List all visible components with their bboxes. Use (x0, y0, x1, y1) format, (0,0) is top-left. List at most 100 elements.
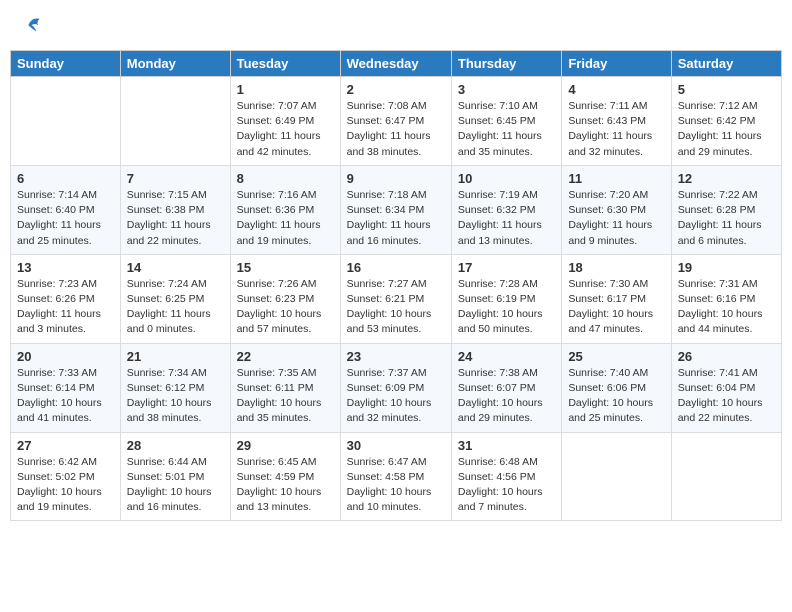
day-number: 23 (347, 349, 445, 364)
calendar-cell: 28Sunrise: 6:44 AM Sunset: 5:01 PM Dayli… (120, 432, 230, 521)
day-info: Sunrise: 6:47 AM Sunset: 4:58 PM Dayligh… (347, 455, 445, 516)
day-info: Sunrise: 7:35 AM Sunset: 6:11 PM Dayligh… (237, 366, 334, 427)
day-info: Sunrise: 7:11 AM Sunset: 6:43 PM Dayligh… (568, 99, 664, 160)
calendar-cell: 9 Sunrise: 7:18 AM Sunset: 6:34 PM Daylig… (340, 165, 451, 254)
calendar-cell: 21 Sunrise: 7:34 AM Sunset: 6:12 PM Dayli… (120, 343, 230, 432)
calendar-cell: 17Sunrise: 7:28 AM Sunset: 6:19 PM Dayli… (451, 254, 561, 343)
day-info: Sunrise: 7:28 AM Sunset: 6:19 PM Dayligh… (458, 277, 555, 338)
calendar-cell (562, 432, 671, 521)
day-number: 27 (17, 438, 114, 453)
day-info: Sunrise: 7:41 AM Sunset: 6:04 PM Dayligh… (678, 366, 775, 427)
day-number: 15 (237, 260, 334, 275)
calendar-table: SundayMondayTuesdayWednesdayThursdayFrid… (10, 50, 782, 521)
calendar-cell: 31 Sunrise: 6:48 AM Sunset: 4:56 PM Dayli… (451, 432, 561, 521)
day-info: Sunrise: 7:20 AM Sunset: 6:30 PM Dayligh… (568, 188, 664, 249)
page-header (10, 10, 782, 42)
day-info: Sunrise: 7:33 AM Sunset: 6:14 PM Dayligh… (17, 366, 114, 427)
logo-bird-icon (22, 14, 46, 38)
calendar-cell: 14 Sunrise: 7:24 AM Sunset: 6:25 PM Dayli… (120, 254, 230, 343)
day-number: 5 (678, 82, 775, 97)
weekday-header-thursday: Thursday (451, 51, 561, 77)
day-info: Sunrise: 7:30 AM Sunset: 6:17 PM Dayligh… (568, 277, 664, 338)
calendar-cell (11, 77, 121, 166)
day-info: Sunrise: 7:40 AM Sunset: 6:06 PM Dayligh… (568, 366, 664, 427)
day-number: 11 (568, 171, 664, 186)
weekday-header-monday: Monday (120, 51, 230, 77)
calendar-cell: 16 Sunrise: 7:27 AM Sunset: 6:21 PM Dayli… (340, 254, 451, 343)
day-info: Sunrise: 7:23 AM Sunset: 6:26 PM Dayligh… (17, 277, 114, 338)
calendar-cell: 10 Sunrise: 7:19 AM Sunset: 6:32 PM Dayli… (451, 165, 561, 254)
calendar-cell: 15 Sunrise: 7:26 AM Sunset: 6:23 PM Dayli… (230, 254, 340, 343)
day-number: 24 (458, 349, 555, 364)
weekday-header-saturday: Saturday (671, 51, 781, 77)
day-info: Sunrise: 6:45 AM Sunset: 4:59 PM Dayligh… (237, 455, 334, 516)
day-info: Sunrise: 6:48 AM Sunset: 4:56 PM Dayligh… (458, 455, 555, 516)
calendar-cell (671, 432, 781, 521)
day-number: 18 (568, 260, 664, 275)
day-number: 14 (127, 260, 224, 275)
weekday-header-row: SundayMondayTuesdayWednesdayThursdayFrid… (11, 51, 782, 77)
logo (18, 14, 46, 38)
day-number: 21 (127, 349, 224, 364)
day-info: Sunrise: 7:19 AM Sunset: 6:32 PM Dayligh… (458, 188, 555, 249)
day-number: 4 (568, 82, 664, 97)
calendar-cell: 12Sunrise: 7:22 AM Sunset: 6:28 PM Dayli… (671, 165, 781, 254)
day-number: 10 (458, 171, 555, 186)
day-info: Sunrise: 7:26 AM Sunset: 6:23 PM Dayligh… (237, 277, 334, 338)
day-number: 12 (678, 171, 775, 186)
day-info: Sunrise: 7:15 AM Sunset: 6:38 PM Dayligh… (127, 188, 224, 249)
calendar-week-row: 6 Sunrise: 7:14 AM Sunset: 6:40 PM Daylig… (11, 165, 782, 254)
calendar-cell: 11 Sunrise: 7:20 AM Sunset: 6:30 PM Dayli… (562, 165, 671, 254)
day-info: Sunrise: 7:14 AM Sunset: 6:40 PM Dayligh… (17, 188, 114, 249)
calendar-week-row: 13 Sunrise: 7:23 AM Sunset: 6:26 PM Dayli… (11, 254, 782, 343)
day-info: Sunrise: 6:42 AM Sunset: 5:02 PM Dayligh… (17, 455, 114, 516)
day-info: Sunrise: 7:07 AM Sunset: 6:49 PM Dayligh… (237, 99, 334, 160)
calendar-cell: 19Sunrise: 7:31 AM Sunset: 6:16 PM Dayli… (671, 254, 781, 343)
day-info: Sunrise: 7:18 AM Sunset: 6:34 PM Dayligh… (347, 188, 445, 249)
day-number: 20 (17, 349, 114, 364)
day-number: 2 (347, 82, 445, 97)
calendar-cell: 22Sunrise: 7:35 AM Sunset: 6:11 PM Dayli… (230, 343, 340, 432)
day-number: 19 (678, 260, 775, 275)
day-info: Sunrise: 7:34 AM Sunset: 6:12 PM Dayligh… (127, 366, 224, 427)
calendar-cell: 4 Sunrise: 7:11 AM Sunset: 6:43 PM Daylig… (562, 77, 671, 166)
calendar-cell: 2Sunrise: 7:08 AM Sunset: 6:47 PM Daylig… (340, 77, 451, 166)
calendar-cell: 3Sunrise: 7:10 AM Sunset: 6:45 PM Daylig… (451, 77, 561, 166)
day-number: 3 (458, 82, 555, 97)
calendar-cell: 6 Sunrise: 7:14 AM Sunset: 6:40 PM Daylig… (11, 165, 121, 254)
calendar-cell: 24 Sunrise: 7:38 AM Sunset: 6:07 PM Dayli… (451, 343, 561, 432)
day-info: Sunrise: 7:12 AM Sunset: 6:42 PM Dayligh… (678, 99, 775, 160)
calendar-cell: 5 Sunrise: 7:12 AM Sunset: 6:42 PM Daylig… (671, 77, 781, 166)
day-info: Sunrise: 7:38 AM Sunset: 6:07 PM Dayligh… (458, 366, 555, 427)
day-number: 26 (678, 349, 775, 364)
calendar-cell: 20 Sunrise: 7:33 AM Sunset: 6:14 PM Dayli… (11, 343, 121, 432)
day-number: 9 (347, 171, 445, 186)
calendar-cell: 30 Sunrise: 6:47 AM Sunset: 4:58 PM Dayli… (340, 432, 451, 521)
day-number: 16 (347, 260, 445, 275)
calendar-week-row: 27 Sunrise: 6:42 AM Sunset: 5:02 PM Dayli… (11, 432, 782, 521)
day-number: 6 (17, 171, 114, 186)
day-info: Sunrise: 7:16 AM Sunset: 6:36 PM Dayligh… (237, 188, 334, 249)
weekday-header-sunday: Sunday (11, 51, 121, 77)
day-number: 30 (347, 438, 445, 453)
calendar-cell: 18 Sunrise: 7:30 AM Sunset: 6:17 PM Dayli… (562, 254, 671, 343)
weekday-header-tuesday: Tuesday (230, 51, 340, 77)
calendar-cell: 13 Sunrise: 7:23 AM Sunset: 6:26 PM Dayli… (11, 254, 121, 343)
day-info: Sunrise: 7:24 AM Sunset: 6:25 PM Dayligh… (127, 277, 224, 338)
day-number: 25 (568, 349, 664, 364)
day-number: 28 (127, 438, 224, 453)
calendar-cell: 25 Sunrise: 7:40 AM Sunset: 6:06 PM Dayli… (562, 343, 671, 432)
calendar-cell: 29 Sunrise: 6:45 AM Sunset: 4:59 PM Dayli… (230, 432, 340, 521)
calendar-cell: 26 Sunrise: 7:41 AM Sunset: 6:04 PM Dayli… (671, 343, 781, 432)
day-info: Sunrise: 7:27 AM Sunset: 6:21 PM Dayligh… (347, 277, 445, 338)
calendar-cell: 27 Sunrise: 6:42 AM Sunset: 5:02 PM Dayli… (11, 432, 121, 521)
day-number: 1 (237, 82, 334, 97)
calendar-cell (120, 77, 230, 166)
day-number: 31 (458, 438, 555, 453)
calendar-week-row: 20 Sunrise: 7:33 AM Sunset: 6:14 PM Dayli… (11, 343, 782, 432)
day-number: 13 (17, 260, 114, 275)
calendar-cell: 8Sunrise: 7:16 AM Sunset: 6:36 PM Daylig… (230, 165, 340, 254)
day-info: Sunrise: 7:37 AM Sunset: 6:09 PM Dayligh… (347, 366, 445, 427)
day-number: 7 (127, 171, 224, 186)
day-number: 29 (237, 438, 334, 453)
